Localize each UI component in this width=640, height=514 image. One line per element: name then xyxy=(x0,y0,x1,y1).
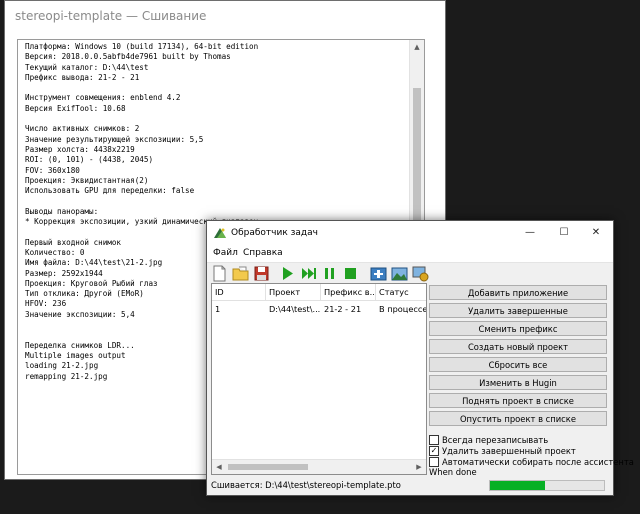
scroll-right-icon[interactable]: ▶ xyxy=(412,460,426,474)
progress-fill xyxy=(490,481,545,490)
column-header-status[interactable]: Статус xyxy=(376,284,426,300)
scroll-left-icon[interactable]: ◀ xyxy=(212,460,226,474)
checkbox-box-checked[interactable]: ✓ xyxy=(429,445,439,456)
reset-all-button[interactable]: Сбросить все xyxy=(429,357,607,372)
skip-forward-icon[interactable] xyxy=(300,265,317,282)
change-prefix-button[interactable]: Сменить префикс xyxy=(429,321,607,336)
checkbox-label: Удалить завершенный проект xyxy=(442,446,576,456)
always-overwrite-checkbox[interactable]: Всегда перезаписывать xyxy=(429,434,549,445)
list-scroll-thumb[interactable] xyxy=(228,464,308,470)
stop-icon[interactable] xyxy=(321,265,338,282)
hugin-app-icon xyxy=(214,228,226,238)
log-scroll-thumb[interactable] xyxy=(413,88,421,236)
move-project-up-button[interactable]: Поднять проект в списке xyxy=(429,393,607,408)
checkbox-label: When done xyxy=(429,467,477,475)
task-window-titlebar: Обработчик задач — ☐ ✕ xyxy=(207,221,613,245)
checkbox-label: Автоматически собирать после ассистента xyxy=(442,457,634,467)
auto-stitch-checkbox[interactable]: Автоматически собирать после ассистента xyxy=(429,456,634,467)
save-icon[interactable] xyxy=(253,265,270,282)
checkbox-label: Всегда перезаписывать xyxy=(442,435,549,445)
stitching-progress-bar xyxy=(489,480,605,491)
settings-image-icon[interactable] xyxy=(412,265,429,282)
when-done-label[interactable]: When done xyxy=(429,467,477,475)
table-row[interactable]: 1 D:\44\test\... 21-2 - 21 В процессе xyxy=(212,302,426,316)
column-header-prefix[interactable]: Префикс в... xyxy=(321,284,376,300)
play-icon[interactable] xyxy=(279,265,296,282)
panorama-icon[interactable] xyxy=(391,265,408,282)
minimize-button[interactable]: — xyxy=(513,221,547,245)
checkbox-box[interactable] xyxy=(429,434,439,445)
task-list-header: ID Проект Префикс в... Статус xyxy=(212,284,426,301)
add-panorama-icon[interactable] xyxy=(370,265,387,282)
list-horizontal-scrollbar[interactable]: ◀ ▶ xyxy=(212,459,426,474)
scroll-up-icon[interactable]: ▲ xyxy=(410,40,424,54)
move-project-down-button[interactable]: Опустить проект в списке xyxy=(429,411,607,426)
open-folder-icon[interactable] xyxy=(232,265,249,282)
menu-bar: Файл Справка xyxy=(207,245,613,262)
edit-in-hugin-button[interactable]: Изменить в Hugin xyxy=(429,375,607,390)
row-prefix: 21-2 - 21 xyxy=(324,304,362,314)
add-application-button[interactable]: Добавить приложение xyxy=(429,285,607,300)
column-header-id[interactable]: ID xyxy=(212,284,266,300)
remove-finished-button[interactable]: Удалить завершенные xyxy=(429,303,607,318)
row-status: В процессе xyxy=(379,304,427,314)
column-header-project[interactable]: Проект xyxy=(266,284,321,300)
task-window-title: Обработчик задач xyxy=(231,228,318,238)
close-button[interactable]: ✕ xyxy=(579,221,613,245)
menu-help[interactable]: Справка xyxy=(243,245,283,262)
menu-file[interactable]: Файл xyxy=(213,245,238,262)
new-file-icon[interactable] xyxy=(211,265,228,282)
task-processor-window: Обработчик задач — ☐ ✕ Файл Справка ID П… xyxy=(206,220,634,496)
maximize-button[interactable]: ☐ xyxy=(547,221,581,245)
create-project-button[interactable]: Создать новый проект xyxy=(429,339,607,354)
stop-square-icon[interactable] xyxy=(342,265,359,282)
checkbox-box[interactable] xyxy=(429,456,439,467)
row-project: D:\44\test\... xyxy=(269,304,321,314)
toolbar xyxy=(207,262,613,284)
status-text: Сшивается: D:\44\test\stereopi-template.… xyxy=(211,480,401,490)
delete-finished-checkbox[interactable]: ✓ Удалить завершенный проект xyxy=(429,445,576,456)
task-list[interactable]: ID Проект Префикс в... Статус 1 D:\44\te… xyxy=(211,283,427,475)
row-id: 1 xyxy=(215,304,221,314)
stitching-window-title: stereopi-template — Сшивание xyxy=(5,1,445,31)
